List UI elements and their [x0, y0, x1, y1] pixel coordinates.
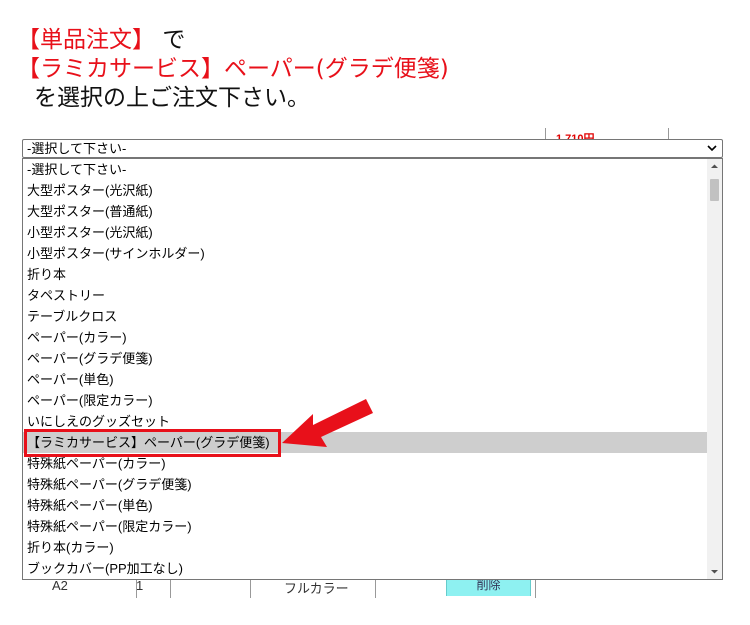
dropdown-option[interactable]: 折り本 [23, 264, 707, 285]
pointer-arrow-icon [282, 399, 373, 447]
instruction-connector: で [162, 27, 186, 53]
table-divider [535, 580, 536, 598]
dropdown-option[interactable]: 特殊紙ペーパー(限定カラー) [23, 516, 707, 537]
scroll-up-icon[interactable] [707, 159, 722, 174]
instruction-target-option: 【ラミカサービス】ペーパー(グラデ便箋) [17, 56, 449, 82]
product-select-value: -選択して下さい- [27, 141, 127, 156]
dropdown-option[interactable]: ペーパー(グラデ便箋) [23, 348, 707, 369]
dropdown-option[interactable]: 大型ポスター(光沢紙) [23, 180, 707, 201]
dropdown-option[interactable]: ペーパー(カラー) [23, 327, 707, 348]
qty-cell: 1 [136, 578, 144, 593]
highlight-box [24, 429, 281, 457]
scrollbar-thumb[interactable] [710, 179, 719, 201]
instruction-line-1: 【単品注文】 で [17, 26, 449, 55]
dropdown-option[interactable]: 小型ポスター(サインホルダー) [23, 243, 707, 264]
dropdown-option[interactable]: タペストリー [23, 285, 707, 306]
table-divider [250, 580, 251, 598]
dropdown-option[interactable]: ブックカバー(PP加工なし) [23, 558, 707, 579]
dropdown-option[interactable]: 折り本(カラー) [23, 537, 707, 558]
instruction-text: 【単品注文】 で 【ラミカサービス】ペーパー(グラデ便箋) を選択の上ご注文下さ… [17, 26, 449, 113]
instruction-product-type: 【単品注文】 [17, 27, 155, 53]
dropdown-option[interactable]: 大型ポスター(普通紙) [23, 201, 707, 222]
table-divider [170, 580, 171, 598]
scroll-down-icon[interactable] [707, 564, 722, 579]
dropdown-option[interactable]: テーブルクロス [23, 306, 707, 327]
product-dropdown-list[interactable]: -選択して下さい- 大型ポスター(光沢紙) 大型ポスター(普通紙) 小型ポスター(光沢… [22, 158, 723, 580]
table-divider [375, 580, 376, 598]
instruction-line-3: を選択の上ご注文下さい。 [34, 85, 310, 111]
color-cell: フルカラー [284, 581, 349, 596]
chevron-down-icon [707, 145, 717, 152]
delete-button[interactable]: 削除 [446, 578, 531, 596]
dropdown-option[interactable]: 特殊紙ペーパー(単色) [23, 495, 707, 516]
dropdown-option[interactable]: ペーパー(単色) [23, 369, 707, 390]
size-cell: A2 [52, 578, 68, 593]
dropdown-option[interactable]: 特殊紙ペーパー(グラデ便箋) [23, 474, 707, 495]
scrollbar[interactable] [707, 159, 722, 579]
dropdown-option[interactable]: 小型ポスター(光沢紙) [23, 222, 707, 243]
product-select[interactable]: -選択して下さい- [22, 139, 723, 158]
dropdown-option[interactable]: -選択して下さい- [23, 159, 707, 180]
